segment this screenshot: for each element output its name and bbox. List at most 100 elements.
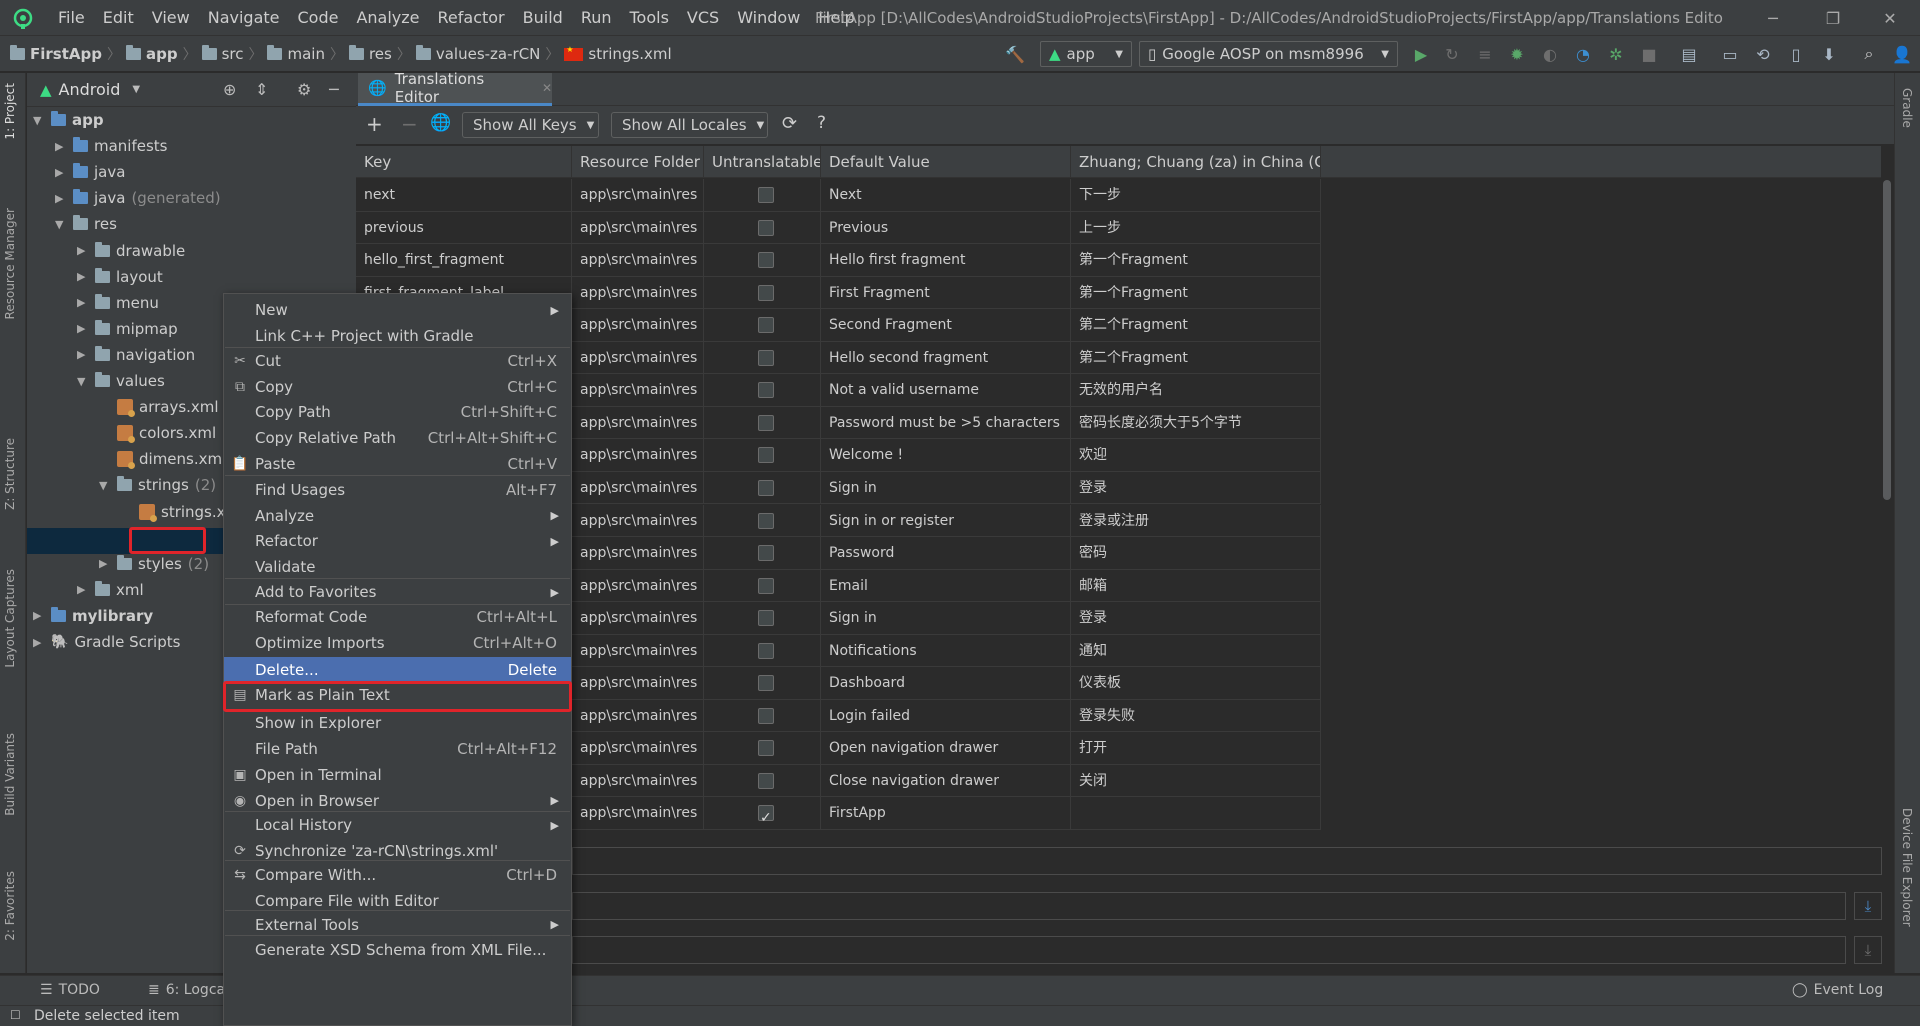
menu-item-copy[interactable]: ⧉ Copy Ctrl+C [224, 374, 571, 400]
translation-cell[interactable]: 通知 [1071, 634, 1321, 667]
folder-cell[interactable]: app\src\main\res [572, 374, 704, 407]
expanded-arrow-icon[interactable]: ▼ [33, 114, 45, 127]
default-cell[interactable]: Password must be >5 characters [821, 406, 1071, 439]
expand-field-icon[interactable]: ⤓ [1854, 936, 1882, 964]
menu-item-analyze[interactable]: Analyze [347, 0, 428, 36]
folder-cell[interactable]: app\src\main\res [572, 406, 704, 439]
untranslatable-checkbox[interactable] [758, 545, 774, 562]
key-field[interactable] [572, 847, 1882, 875]
default-cell[interactable]: Sign in or register [821, 504, 1071, 537]
untranslatable-checkbox[interactable] [758, 479, 774, 496]
collapse-all-icon[interactable]: ⇕ [255, 80, 268, 99]
translation-cell[interactable]: 下一步 [1071, 179, 1321, 211]
untranslatable-checkbox[interactable] [758, 802, 774, 829]
collapsed-arrow-icon[interactable]: ▶ [99, 557, 111, 570]
translation-cell[interactable]: 登录 [1071, 471, 1321, 504]
table-row[interactable]: previous app\src\main\res Previous 上一步 [356, 211, 1321, 245]
menu-item-compare-file-with-editor[interactable]: Compare File with Editor [224, 888, 571, 914]
untranslatable-checkbox[interactable] [758, 219, 774, 236]
menu-item-code[interactable]: Code [289, 0, 348, 36]
translation-cell[interactable]: 上一步 [1071, 211, 1321, 244]
menu-item-view[interactable]: View [143, 0, 199, 36]
breadcrumb-item[interactable]: values-za-rCN [415, 45, 540, 63]
tree-item[interactable]: ▶ 🐘 Gradle Scripts [33, 629, 180, 655]
build-variants-tab[interactable]: Build Variants [3, 733, 17, 816]
help-icon[interactable]: ? [817, 113, 826, 133]
default-cell[interactable]: Close navigation drawer [821, 764, 1071, 797]
untranslatable-checkbox[interactable] [758, 187, 774, 203]
collapsed-arrow-icon[interactable]: ▶ [33, 609, 45, 622]
folder-cell[interactable]: app\src\main\res [572, 276, 704, 309]
untranslatable-checkbox[interactable] [758, 447, 774, 464]
translation-cell[interactable]: 第一个Fragment [1071, 276, 1321, 309]
translation-cell[interactable]: 登录或注册 [1071, 504, 1321, 537]
menu-item-vcs[interactable]: VCS [678, 0, 728, 36]
logcat-tab[interactable]: ≣ 6: Logcat [148, 982, 231, 998]
translation-cell[interactable]: 无效的用户名 [1071, 374, 1321, 407]
tree-item[interactable]: ▶ mylibrary [33, 603, 153, 629]
key-cell[interactable]: previous [356, 211, 572, 244]
menu-item-compare-with[interactable]: ⇆ Compare With... Ctrl+D [224, 862, 571, 888]
tree-item[interactable]: ▼ values [77, 368, 165, 394]
hide-icon[interactable]: ─ [329, 80, 339, 99]
translation-cell[interactable]: 打开 [1071, 732, 1321, 765]
tree-item[interactable]: ▶ styles (2) [99, 551, 209, 577]
add-locale-icon[interactable]: 🌐 [430, 113, 451, 133]
breadcrumb-item[interactable]: res [348, 45, 392, 63]
keys-filter-select[interactable]: Show All Keys ▼ [462, 112, 599, 138]
untranslatable-cell[interactable] [704, 374, 821, 407]
untranslatable-checkbox[interactable] [758, 349, 774, 366]
table-row[interactable]: hello_first_fragment app\src\main\res Hell… [356, 244, 1321, 277]
breadcrumb-item[interactable]: FirstApp [10, 45, 102, 63]
add-key-icon[interactable]: + [366, 112, 383, 136]
collapsed-arrow-icon[interactable]: ▶ [33, 636, 45, 649]
translation-cell[interactable]: 仪表板 [1071, 667, 1321, 700]
folder-cell[interactable]: app\src\main\res [572, 699, 704, 732]
menu-item-local-history[interactable]: Local History ▶ [224, 812, 571, 838]
untranslatable-cell[interactable] [704, 471, 821, 504]
tree-item[interactable]: ▶ java [55, 159, 125, 185]
untranslatable-cell[interactable] [704, 341, 821, 374]
hammer-build-icon[interactable]: 🔨 [1003, 42, 1027, 66]
coverage-icon[interactable]: ◐ [1538, 42, 1562, 66]
stop-icon[interactable]: ■ [1637, 42, 1661, 66]
menu-item-refactor[interactable]: Refactor ▶ [224, 528, 571, 554]
untranslatable-cell[interactable] [704, 699, 821, 732]
untranslatable-cell[interactable] [704, 797, 821, 830]
tree-item[interactable]: ▶ drawable [77, 238, 185, 264]
untranslatable-cell[interactable] [704, 634, 821, 667]
default-cell[interactable]: Email [821, 569, 1071, 602]
layout-captures-tab[interactable]: Layout Captures [3, 569, 17, 668]
menu-item-analyze[interactable]: Analyze ▶ [224, 503, 571, 529]
menu-item-validate[interactable]: Validate [224, 554, 571, 580]
folder-cell[interactable]: app\src\main\res [572, 732, 704, 765]
breadcrumb-item[interactable]: strings.xml [564, 45, 672, 63]
tree-item[interactable]: ▶ layout [77, 264, 163, 290]
folder-cell[interactable]: app\src\main\res [572, 309, 704, 342]
translation-cell[interactable]: 第一个Fragment [1071, 244, 1321, 277]
tree-item[interactable]: ▶ mipmap [77, 316, 178, 342]
default-cell[interactable]: Hello first fragment [821, 244, 1071, 277]
translation-field[interactable] [572, 936, 1846, 964]
tree-item[interactable]: ▶ xml [77, 577, 144, 603]
collapsed-arrow-icon[interactable]: ▶ [77, 270, 89, 283]
menu-item-tools[interactable]: Tools [621, 0, 678, 36]
default-cell[interactable]: Password [821, 537, 1071, 570]
folder-cell[interactable]: app\src\main\res [572, 439, 704, 472]
menu-item-file-path[interactable]: File Path Ctrl+Alt+F12 [224, 736, 571, 762]
menu-item-refactor[interactable]: Refactor [429, 0, 514, 36]
sync-gradle-icon[interactable]: ⟲ [1751, 42, 1775, 66]
folder-cell[interactable]: app\src\main\res [572, 211, 704, 244]
restore-button[interactable]: ❐ [1803, 0, 1863, 36]
structure-tab[interactable]: Z: Structure [3, 438, 17, 510]
untranslatable-cell[interactable] [704, 569, 821, 602]
untranslatable-checkbox[interactable] [758, 382, 774, 399]
untranslatable-cell[interactable] [704, 732, 821, 765]
untranslatable-checkbox[interactable] [758, 610, 774, 627]
menu-item-delete[interactable]: Delete... Delete [224, 656, 571, 683]
tree-item[interactable]: ▼ res [55, 211, 117, 237]
apply-changes-icon[interactable]: ↻ [1440, 42, 1464, 66]
menu-item-open-in-terminal[interactable]: ▣ Open in Terminal [224, 762, 571, 788]
collapsed-arrow-icon[interactable]: ▶ [55, 140, 67, 153]
debug-icon[interactable]: ✹ [1505, 42, 1529, 66]
